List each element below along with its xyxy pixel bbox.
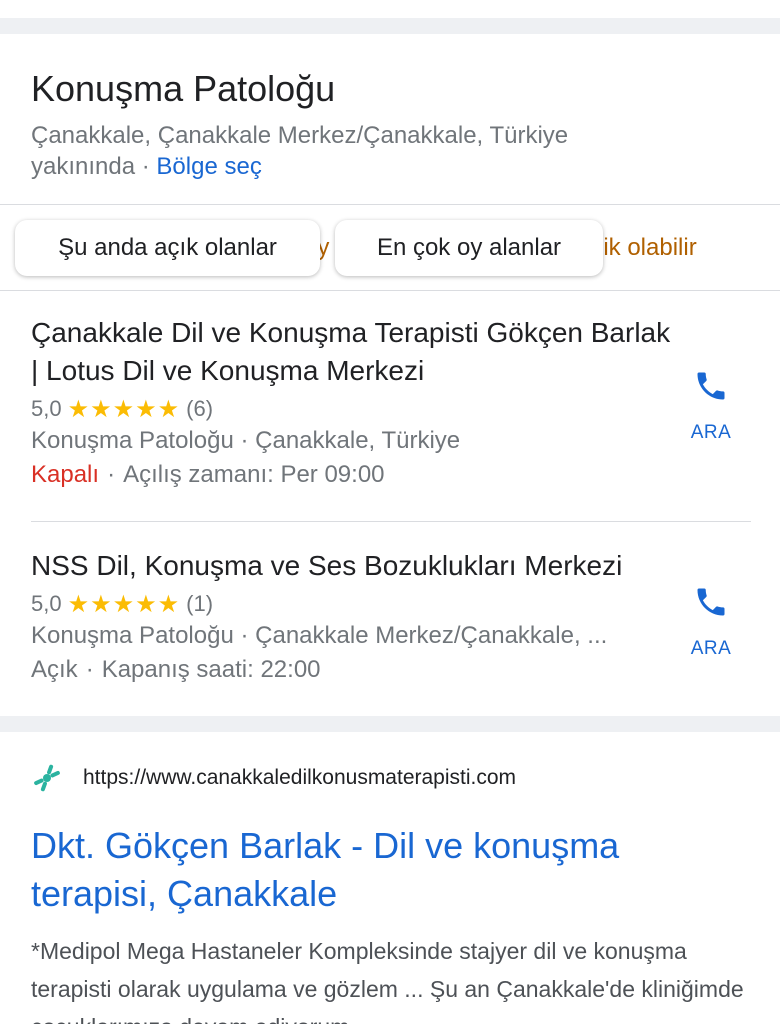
location-suffix: yakınında — [31, 153, 136, 180]
rating-row: 5,0 ★★★★★ (1) — [31, 589, 671, 619]
divider — [0, 204, 780, 205]
web-result-card: https://www.canakkaledilkonusmaterapisti… — [0, 732, 780, 1024]
local-result-1[interactable]: Çanakkale Dil ve Konuşma Terapisti Gökçe… — [31, 314, 671, 492]
business-name[interactable]: NSS Dil, Konuşma ve Ses Bozuklukları Mer… — [31, 547, 671, 585]
site-favicon-icon — [34, 764, 60, 792]
divider — [0, 290, 780, 291]
call-button[interactable]: ARA — [680, 584, 742, 660]
hours-row: Kapalı · Açılış zamanı: Per 09:00 — [31, 461, 385, 488]
rating-value: 5,0 — [31, 396, 62, 421]
hours-row: Açık · Kapanış saati: 22:00 — [31, 656, 321, 683]
location-line: Çanakkale, Çanakkale Merkez/Çanakkale, T… — [31, 120, 731, 182]
business-category: Konuşma Patoloğu · Çanakkale, Türkiye — [31, 427, 461, 454]
result-snippet: *Medipol Mega Hastaneler Kompleksinde st… — [31, 938, 744, 1024]
filter-chips-bar[interactable]: iy lik olabilir Şu anda açık olanlar En … — [0, 206, 780, 290]
chip-top-rated[interactable]: En çok oy alanlar — [335, 220, 603, 276]
call-label: ARA — [690, 422, 732, 443]
chip-hidden-fragment[interactable]: lik olabilir — [598, 220, 697, 276]
review-count: (1) — [186, 591, 214, 616]
status-badge: Açık — [31, 656, 78, 683]
rating-row: 5,0 ★★★★★ (6) — [31, 394, 671, 424]
star-rating-icon: ★★★★★ — [67, 395, 181, 423]
phone-icon — [697, 588, 725, 616]
phone-icon — [697, 372, 725, 400]
divider — [31, 521, 751, 522]
source-row[interactable]: https://www.canakkaledilkonusmaterapisti… — [31, 762, 516, 794]
hours-text: Kapanış saati: 22:00 — [101, 656, 321, 683]
local-results-card: Konuşma Patoloğu Çanakkale, Çanakkale Me… — [0, 34, 780, 716]
result-title-link[interactable]: Dkt. Gökçen Barlak - Dil ve konuşma tera… — [31, 822, 731, 918]
page-title: Konuşma Patoloğu — [31, 68, 336, 109]
location-text: Çanakkale, Çanakkale Merkez/Çanakkale, T… — [31, 122, 569, 149]
call-label: ARA — [690, 638, 732, 659]
business-name[interactable]: Çanakkale Dil ve Konuşma Terapisti Gökçe… — [31, 314, 671, 390]
previous-card-edge — [0, 0, 780, 18]
business-category: Konuşma Patoloğu · Çanakkale Merkez/Çana… — [31, 622, 608, 649]
result-url[interactable]: https://www.canakkaledilkonusmaterapisti… — [83, 766, 516, 790]
star-rating-icon: ★★★★★ — [67, 590, 181, 618]
rating-value: 5,0 — [31, 591, 62, 616]
hours-text: Açılış zamanı: Per 09:00 — [123, 461, 385, 488]
local-result-2[interactable]: NSS Dil, Konuşma ve Ses Bozuklukları Mer… — [31, 547, 671, 687]
select-region-link[interactable]: Bölge seç — [156, 153, 261, 180]
call-button[interactable]: ARA — [680, 368, 742, 444]
status-badge: Kapalı — [31, 461, 100, 488]
chip-open-now[interactable]: Şu anda açık olanlar — [15, 220, 320, 276]
separator-dot: · — [141, 153, 150, 180]
review-count: (6) — [186, 396, 214, 421]
